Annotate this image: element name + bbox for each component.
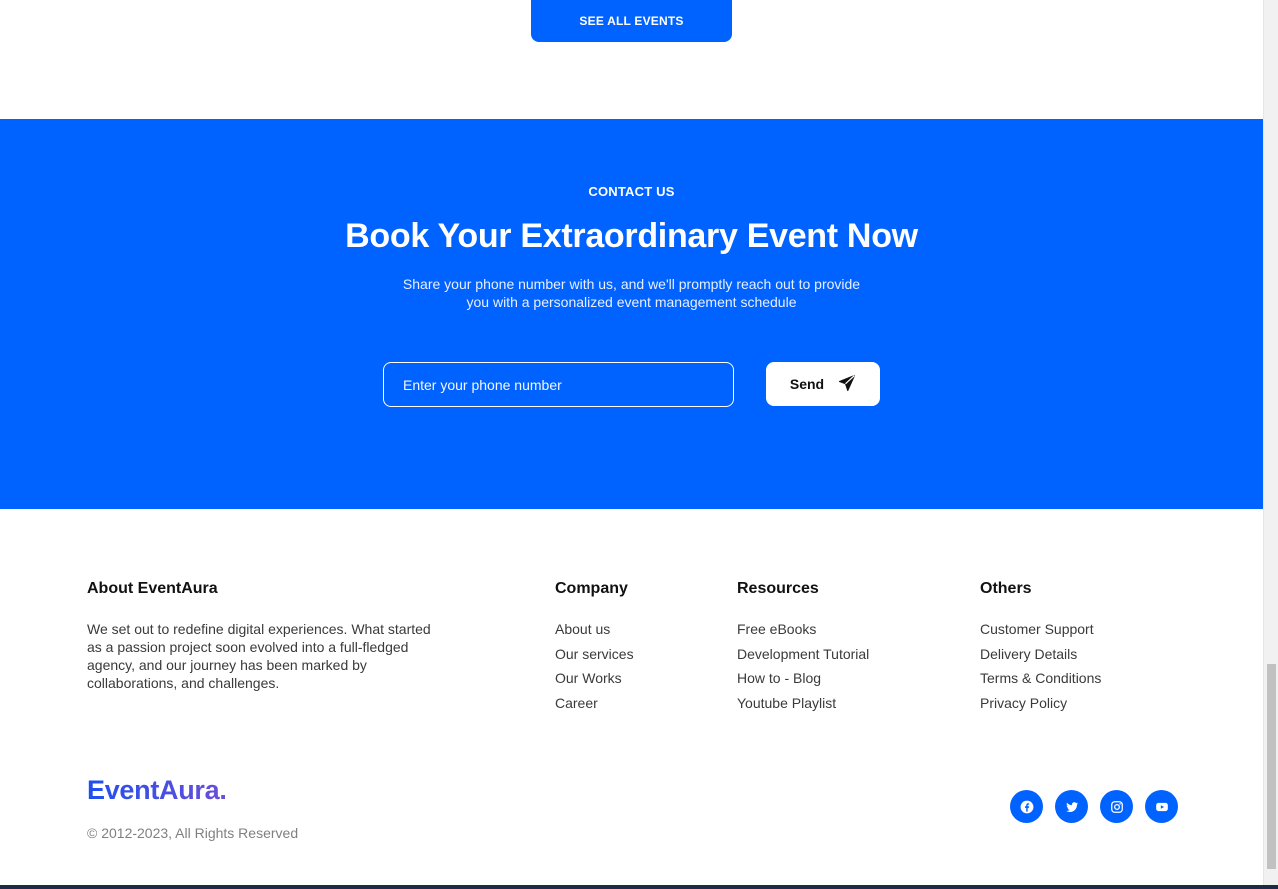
send-button[interactable]: Send <box>766 362 880 406</box>
footer-link-about-us[interactable]: About us <box>555 620 634 645</box>
footer-link-delivery-details[interactable]: Delivery Details <box>980 645 1101 670</box>
twitter-icon[interactable] <box>1055 790 1088 823</box>
footer-link-youtube-playlist[interactable]: Youtube Playlist <box>737 694 869 719</box>
footer-link-free-ebooks[interactable]: Free eBooks <box>737 620 869 645</box>
youtube-icon[interactable] <box>1145 790 1178 823</box>
instagram-icon[interactable] <box>1100 790 1133 823</box>
page: SEE ALL EVENTS CONTACT US Book Your Extr… <box>0 0 1263 889</box>
contact-subtext: Share your phone number with us, and we'… <box>402 276 861 310</box>
footer-company-links: About us Our services Our Works Career <box>555 620 634 719</box>
send-button-label: Send <box>789 376 825 392</box>
footer-about-text: We set out to redefine digital experienc… <box>87 621 431 691</box>
contact-eyebrow: CONTACT US <box>588 184 675 199</box>
footer-company-title: Company <box>555 580 628 597</box>
footer-resources-links: Free eBooks Development Tutorial How to … <box>737 620 869 719</box>
scrollbar-thumb[interactable] <box>1267 664 1276 869</box>
contact-section: CONTACT US Book Your Extraordinary Event… <box>0 119 1263 509</box>
bottom-edge-bar <box>0 885 1278 889</box>
contact-heading: Book Your Extraordinary Event Now <box>345 217 918 255</box>
vertical-scrollbar[interactable] <box>1263 0 1278 889</box>
footer-others-title: Others <box>980 580 1032 597</box>
see-all-events-button[interactable]: SEE ALL EVENTS <box>531 0 732 42</box>
footer-link-customer-support[interactable]: Customer Support <box>980 620 1101 645</box>
footer-link-development-tutorial[interactable]: Development Tutorial <box>737 645 869 670</box>
footer-about-title: About EventAura <box>87 580 218 597</box>
facebook-icon[interactable] <box>1010 790 1043 823</box>
brand-logo[interactable]: EventAura. <box>87 775 227 806</box>
phone-input[interactable] <box>383 362 734 407</box>
footer-others-links: Customer Support Delivery Details Terms … <box>980 620 1101 719</box>
footer-link-our-services[interactable]: Our services <box>555 645 634 670</box>
footer-link-privacy-policy[interactable]: Privacy Policy <box>980 694 1101 719</box>
footer-link-terms-conditions[interactable]: Terms & Conditions <box>980 669 1101 694</box>
copyright-text: © 2012-2023, All Rights Reserved <box>87 825 299 841</box>
footer-resources-title: Resources <box>737 580 819 597</box>
footer-link-how-to-blog[interactable]: How to - Blog <box>737 669 869 694</box>
paper-plane-icon <box>838 374 856 395</box>
footer-link-our-works[interactable]: Our Works <box>555 669 634 694</box>
footer-link-career[interactable]: Career <box>555 694 634 719</box>
